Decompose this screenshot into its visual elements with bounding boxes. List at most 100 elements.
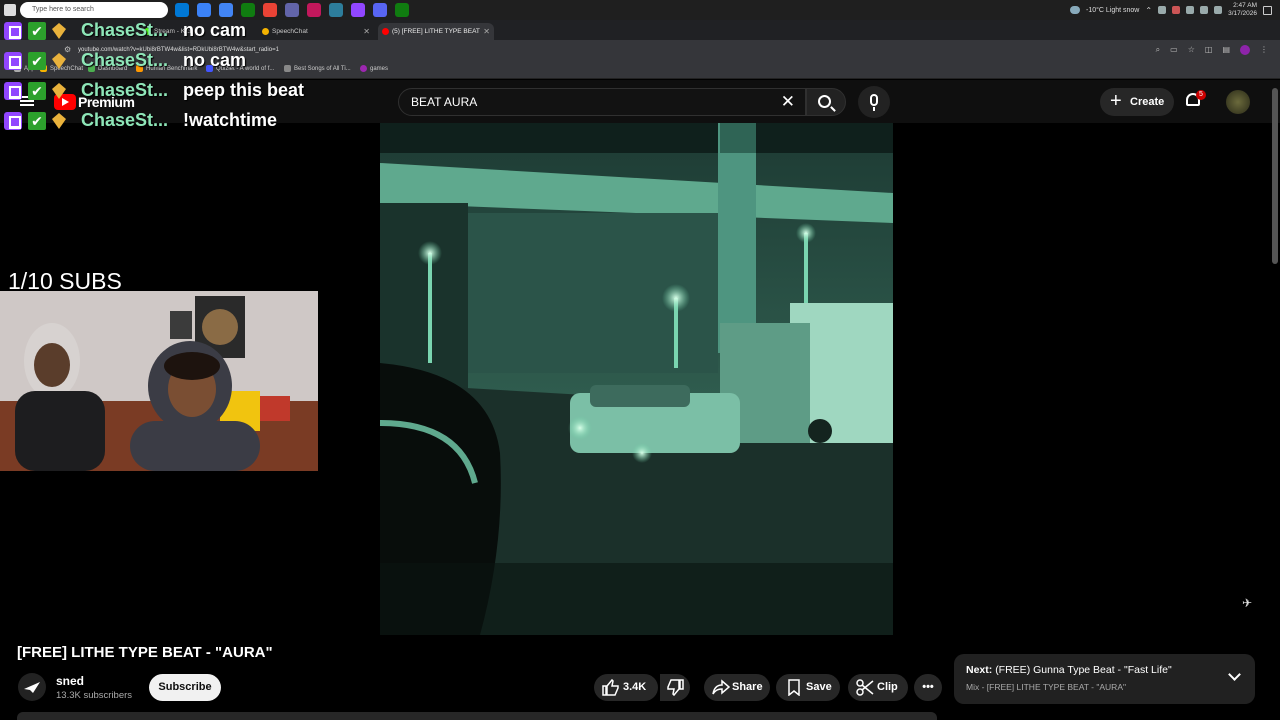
profile-icon[interactable] [1240, 45, 1250, 55]
clear-search-icon[interactable]: ✕ [781, 92, 795, 112]
twitch-icon [4, 22, 22, 40]
clip-label: Clip [877, 681, 898, 693]
share-label: Share [732, 681, 763, 693]
checkmark-badge-icon: ✔ [28, 52, 46, 70]
taskbar-app-icon[interactable] [241, 3, 255, 17]
next-mix-label: Mix - [FREE] LITHE TYPE BEAT - "AURA" [966, 682, 1127, 692]
checkmark-badge-icon: ✔ [28, 22, 46, 40]
start-icon[interactable] [4, 4, 16, 16]
gem-badge-icon [52, 83, 66, 99]
description-box[interactable] [17, 712, 937, 720]
tab-speechchat[interactable]: SpeechChat ✕ [258, 23, 374, 40]
video-frame [380, 123, 893, 635]
subscribe-button[interactable]: Subscribe [149, 674, 221, 701]
channel-name[interactable]: sned [56, 674, 84, 688]
video-title: [FREE] LITHE TYPE BEAT - "AURA" [17, 644, 273, 661]
microphone-icon [870, 94, 878, 106]
taskbar-app-icon[interactable] [219, 3, 233, 17]
weather-icon[interactable] [1069, 6, 1080, 14]
video-player[interactable] [380, 123, 893, 635]
more-menu-icon[interactable]: ⋮ [1260, 45, 1268, 55]
notification-center-icon[interactable] [1263, 5, 1272, 15]
up-next-card[interactable]: Next: (FREE) Gunna Type Beat - "Fast Lif… [954, 654, 1255, 704]
network-icon[interactable] [1200, 6, 1209, 14]
bookmark-star-icon[interactable]: ☆ [1188, 45, 1195, 55]
dislike-button[interactable] [660, 674, 690, 701]
taskbar-app-icon[interactable] [329, 3, 343, 17]
scissors-icon [856, 679, 874, 696]
thumbs-up-icon [602, 679, 619, 696]
chevron-up-icon[interactable]: ⌃ [1145, 6, 1152, 15]
save-button[interactable]: Save [776, 674, 840, 701]
taskbar-search-input[interactable]: Type here to search [20, 2, 168, 18]
thumbs-down-icon [667, 679, 684, 696]
create-label: Create [1130, 96, 1165, 108]
voice-search-button[interactable] [858, 86, 890, 118]
taskbar-app-icon[interactable] [373, 3, 387, 17]
next-video-title: (FREE) Gunna Type Beat - "Fast Life" [995, 664, 1172, 676]
like-button[interactable]: 3.4K [594, 674, 658, 701]
tray-icon[interactable] [1186, 6, 1195, 14]
channel-subscribers: 13.3K subscribers [56, 690, 133, 701]
clock-date: 3/17/2026 [1228, 10, 1257, 17]
tab-label: (5) [FREE] LITHE TYPE BEAT [392, 28, 480, 35]
tray-icon[interactable] [1172, 6, 1181, 14]
taskbar-app-icon[interactable] [351, 3, 365, 17]
taskbar-app-icon[interactable] [263, 3, 277, 17]
share-button[interactable]: Share [704, 674, 770, 701]
speechchat-favicon-icon [262, 28, 269, 35]
gem-badge-icon [52, 53, 66, 69]
chat-username: ChaseSt... [81, 20, 169, 40]
plus-icon: + [1110, 90, 1122, 112]
create-button[interactable]: + Create [1100, 88, 1174, 116]
games-icon [360, 65, 367, 72]
next-prefix: Next: [966, 664, 993, 676]
close-tab-icon[interactable]: ✕ [483, 23, 490, 40]
checkmark-badge-icon: ✔ [28, 82, 46, 100]
taskbar-app-icon[interactable] [175, 3, 189, 17]
extensions-icon[interactable]: ◫ [1205, 45, 1213, 55]
taskbar-app-icon[interactable] [285, 3, 299, 17]
channel-logo-icon [24, 682, 40, 693]
chat-text: no cam [183, 20, 247, 40]
close-tab-icon[interactable]: ✕ [363, 23, 370, 40]
twitch-icon [4, 52, 22, 70]
twitch-icon [4, 82, 22, 100]
weather-text[interactable]: -10°C Light snow [1086, 7, 1139, 14]
up-next-title: Next: (FREE) Gunna Type Beat - "Fast Lif… [966, 664, 1172, 676]
zoom-icon[interactable]: ⌕ [1156, 45, 1160, 55]
windows-taskbar: Type here to search -10°C Light snow ⌃ 2… [0, 0, 1280, 20]
search-input[interactable] [411, 89, 771, 115]
webcam-feed [0, 291, 318, 471]
taskbar-app-icon[interactable] [395, 3, 409, 17]
tab-youtube[interactable]: (5) [FREE] LITHE TYPE BEAT ✕ [378, 23, 494, 40]
gem-badge-icon [52, 23, 66, 39]
search-icon [818, 95, 831, 108]
volume-icon[interactable] [1214, 6, 1223, 14]
tray-icon[interactable] [1158, 6, 1167, 14]
sidebar-icon[interactable]: ▤ [1222, 45, 1230, 55]
page-scrollbar[interactable] [1272, 88, 1278, 264]
share-icon [712, 679, 730, 695]
clock[interactable]: 2:47 AM 3/17/2026 [1228, 2, 1257, 18]
mouse-cursor-icon: ✈ [1242, 596, 1253, 610]
taskbar-app-icon[interactable] [307, 3, 321, 17]
chat-username: ChaseSt... [81, 50, 169, 70]
chat-text: !watchtime [183, 110, 278, 130]
channel-avatar[interactable] [18, 673, 46, 701]
chat-text: peep this beat [183, 80, 305, 100]
best-songs-icon [284, 65, 291, 72]
search-button[interactable] [806, 88, 846, 116]
cast-icon[interactable]: ▭ [1170, 45, 1178, 55]
notification-badge: 5 [1196, 90, 1206, 100]
clip-button[interactable]: Clip [848, 674, 908, 701]
chevron-down-icon[interactable] [1228, 668, 1241, 681]
bookmark-games[interactable]: games [360, 65, 388, 72]
bookmark-best-songs[interactable]: Best Songs of All Ti... [284, 65, 351, 72]
user-avatar[interactable] [1226, 90, 1250, 114]
search-box: ✕ [398, 88, 806, 116]
more-actions-button[interactable]: ••• [914, 674, 942, 701]
chat-username: ChaseSt... [81, 80, 169, 100]
taskbar-app-icon[interactable] [197, 3, 211, 17]
chat-text: no cam [183, 50, 247, 70]
